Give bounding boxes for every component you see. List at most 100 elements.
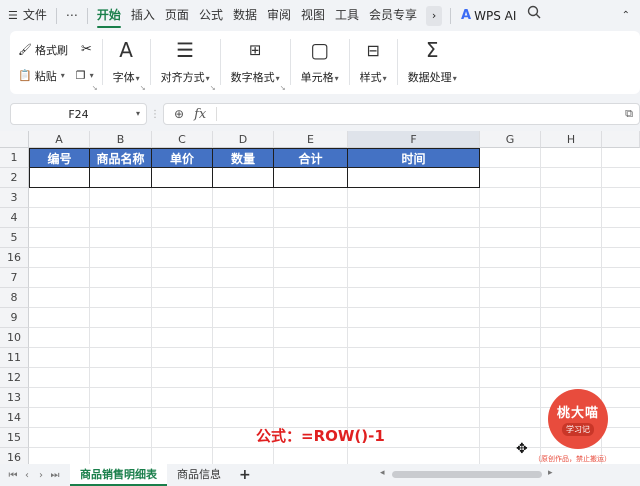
- group-launcher-icon[interactable]: ↘: [92, 84, 98, 92]
- expand-formula-icon[interactable]: ⧉: [625, 107, 633, 121]
- format-painter-button[interactable]: 🖌 格式刷 ✂: [18, 42, 94, 58]
- tab-home[interactable]: 开始: [92, 0, 126, 31]
- column-header-d[interactable]: D: [213, 131, 274, 148]
- column-gridline: [479, 148, 480, 464]
- cell-a2[interactable]: [29, 168, 90, 188]
- row-gridline: [29, 367, 640, 368]
- spreadsheet-app: ☰ 文件 ⋯ 开始 插入 页面 公式 数据 审阅 视图 工具 会员专享 › A …: [0, 0, 640, 486]
- column-header-h[interactable]: H: [541, 131, 602, 148]
- horizontal-scrollbar[interactable]: [392, 471, 542, 478]
- menu-file[interactable]: 文件: [23, 0, 52, 31]
- cell-group: ▢ 单元格▾: [291, 31, 349, 94]
- hamburger-icon[interactable]: ☰: [0, 0, 23, 31]
- chevron-right-icon[interactable]: ›: [426, 5, 443, 26]
- sheet-tab-product-info[interactable]: 商品信息: [167, 464, 231, 486]
- row-header[interactable]: 11: [0, 348, 29, 368]
- group-launcher-icon[interactable]: ↘: [210, 84, 216, 92]
- column-header-c[interactable]: C: [152, 131, 213, 148]
- row-header[interactable]: 5: [0, 228, 29, 248]
- row-gridline: [29, 307, 640, 308]
- wps-ai-button[interactable]: A WPS AI: [455, 8, 522, 23]
- tab-tools[interactable]: 工具: [330, 0, 364, 31]
- tab-page[interactable]: 页面: [160, 0, 194, 31]
- watermark-note: （原创作品，禁止搬运）: [534, 455, 611, 463]
- row-gridline: [29, 407, 640, 408]
- formula-input[interactable]: ⊕ fx ⧉: [163, 103, 640, 125]
- scissors-icon[interactable]: ✂: [81, 42, 92, 57]
- style-button[interactable]: ⊟ 样式▾: [350, 31, 397, 94]
- number-format-icon: ⊞: [248, 41, 262, 59]
- tab-review[interactable]: 审阅: [262, 0, 296, 31]
- tab-view[interactable]: 视图: [296, 0, 330, 31]
- menu-more[interactable]: ⋯: [61, 0, 83, 31]
- row-header[interactable]: 16: [0, 448, 29, 464]
- add-sheet-button[interactable]: +: [231, 467, 259, 483]
- header-cell-product[interactable]: 商品名称: [90, 148, 152, 168]
- header-cell-id[interactable]: 编号: [29, 148, 90, 168]
- row-header[interactable]: 8: [0, 288, 29, 308]
- cell-d2[interactable]: [213, 168, 274, 188]
- tab-data[interactable]: 数据: [228, 0, 262, 31]
- row-header[interactable]: 4: [0, 208, 29, 228]
- column-header-a[interactable]: A: [29, 131, 90, 148]
- row-header[interactable]: 14: [0, 408, 29, 428]
- row-header[interactable]: 13: [0, 388, 29, 408]
- tab-insert[interactable]: 插入: [126, 0, 160, 31]
- column-header-g[interactable]: G: [480, 131, 541, 148]
- search-icon[interactable]: [522, 0, 546, 31]
- header-cell-price[interactable]: 单价: [152, 148, 213, 168]
- cell-button[interactable]: ▢ 单元格▾: [291, 31, 349, 94]
- column-header-f[interactable]: F: [348, 131, 480, 148]
- drag-handle-icon[interactable]: ⋮: [150, 109, 160, 120]
- row-header[interactable]: 2: [0, 168, 29, 188]
- cell-b2[interactable]: [90, 168, 152, 188]
- next-sheet-icon[interactable]: ›: [34, 470, 48, 481]
- sheet-tab-sales[interactable]: 商品销售明细表: [70, 464, 167, 486]
- group-launcher-icon[interactable]: ↘: [280, 84, 286, 92]
- sigma-icon: Σ: [425, 38, 439, 62]
- tab-formulas[interactable]: 公式: [194, 0, 228, 31]
- row-gridline: [29, 267, 640, 268]
- number-format-group: ⊞ 数字格式▾ ↘: [221, 31, 290, 94]
- header-cell-time[interactable]: 时间: [348, 148, 480, 168]
- zoom-formula-icon[interactable]: ⊕: [174, 107, 184, 121]
- header-cell-total[interactable]: 合计: [274, 148, 348, 168]
- row-gridline: [29, 387, 640, 388]
- paste-button[interactable]: 📋 粘贴 ▾ ❐ ▾: [18, 68, 94, 84]
- cell-c2[interactable]: [152, 168, 213, 188]
- column-gridline: [273, 148, 274, 464]
- row-header[interactable]: 7: [0, 268, 29, 288]
- prev-sheet-icon[interactable]: ‹: [20, 470, 34, 481]
- cell-e2[interactable]: [274, 168, 348, 188]
- scroll-right-icon[interactable]: ▸: [548, 468, 553, 478]
- cell-f2[interactable]: [348, 168, 480, 188]
- tab-member[interactable]: 会员专享: [364, 0, 422, 31]
- column-header-e[interactable]: E: [274, 131, 348, 148]
- data-process-button[interactable]: Σ 数据处理▾: [398, 31, 467, 94]
- copy-icon[interactable]: ❐: [76, 69, 86, 82]
- data-process-label: 数据处理: [407, 71, 452, 84]
- row-header[interactable]: 1: [0, 148, 29, 168]
- header-cell-qty[interactable]: 数量: [213, 148, 274, 168]
- align-group: ☰ 对齐方式▾ ↘: [151, 31, 220, 94]
- column-header-extra[interactable]: [602, 131, 640, 148]
- row-header[interactable]: 3: [0, 188, 29, 208]
- row-header[interactable]: 10: [0, 328, 29, 348]
- last-sheet-icon[interactable]: ⏭: [48, 470, 62, 481]
- row-header[interactable]: 9: [0, 308, 29, 328]
- name-box[interactable]: F24 ▾: [10, 103, 147, 125]
- spreadsheet-grid[interactable]: A B C D E F G H 1 2 3 4 5 16 7 8 9 10 11 12 13 14 15 16…: [0, 131, 640, 464]
- fx-icon[interactable]: fx: [194, 107, 206, 122]
- first-sheet-icon[interactable]: ⏮: [6, 470, 20, 481]
- formula-bar: F24 ▾ ⋮ ⊕ fx ⧉: [10, 103, 640, 125]
- column-gridline: [212, 148, 213, 464]
- row-header[interactable]: 15: [0, 428, 29, 448]
- select-all-corner[interactable]: [0, 131, 29, 148]
- collapse-ribbon-icon[interactable]: ⌃: [617, 0, 640, 31]
- row-header[interactable]: 12: [0, 368, 29, 388]
- row-header[interactable]: 16: [0, 248, 29, 268]
- group-launcher-icon[interactable]: ↘: [140, 84, 146, 92]
- column-header-b[interactable]: B: [90, 131, 152, 148]
- clipboard-icon: 📋: [18, 69, 32, 82]
- scroll-left-icon[interactable]: ◂: [380, 468, 385, 478]
